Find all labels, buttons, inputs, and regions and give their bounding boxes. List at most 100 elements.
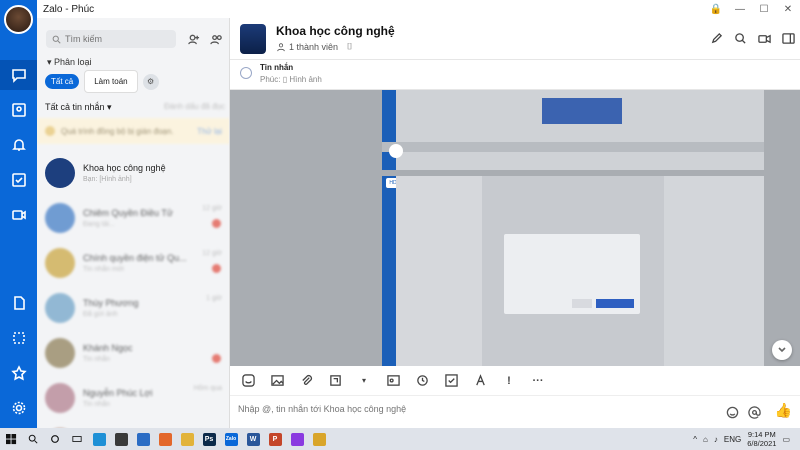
conversation-item[interactable]: Thùy Phương Đã gửi ảnh 1 giờ bbox=[37, 285, 229, 330]
chip-lam-toan[interactable]: Làm toán bbox=[85, 71, 137, 92]
video-call-icon[interactable] bbox=[756, 30, 772, 46]
message-area[interactable]: HD bbox=[230, 90, 800, 366]
volume-icon[interactable]: ♪ bbox=[714, 435, 718, 444]
taskbar-app-photoshop[interactable]: Ps bbox=[198, 428, 220, 450]
screenshot-icon[interactable] bbox=[327, 373, 343, 389]
task-checkbox-icon[interactable] bbox=[443, 373, 459, 389]
task-view-icon[interactable] bbox=[66, 428, 88, 450]
retry-link[interactable]: Thử lại bbox=[197, 127, 222, 136]
system-tray: ^ ⌂ ♪ ENG 9:14 PM 6/8/2021 ▭ bbox=[693, 430, 790, 448]
conversation-item[interactable]: Chiêm Quyền Điều Tử Đang tải... 12 giờ bbox=[37, 195, 229, 240]
category-settings-icon[interactable]: ⚙ bbox=[142, 73, 159, 90]
taskbar-app-edge[interactable] bbox=[88, 428, 110, 450]
tag-icon[interactable]: ⌷ bbox=[347, 41, 352, 52]
unread-badge bbox=[212, 354, 221, 363]
more-options-icon[interactable]: ··· bbox=[530, 373, 546, 389]
settings-gear-icon[interactable] bbox=[0, 393, 37, 423]
create-group-icon[interactable] bbox=[207, 30, 225, 48]
sticker-icon[interactable] bbox=[240, 373, 256, 389]
taskbar-app-powerpoint[interactable]: P bbox=[264, 428, 286, 450]
all-messages-filter[interactable]: Tất cả tin nhắn ▾ bbox=[45, 102, 112, 113]
taskbar-app-mail[interactable] bbox=[132, 428, 154, 450]
input-language[interactable]: ENG bbox=[724, 435, 741, 444]
conversation-item[interactable]: Nguyễn Phúc Lợi Tin nhắn Hôm qua bbox=[37, 375, 229, 420]
urgent-exclamation-icon[interactable]: ! bbox=[501, 373, 517, 389]
cortana-icon[interactable] bbox=[44, 428, 66, 450]
search-box[interactable] bbox=[46, 30, 176, 48]
screenshot-modal bbox=[504, 234, 640, 314]
conversation-time: 1 giờ bbox=[206, 295, 222, 302]
conversation-item[interactable]: Khoa học công nghệ Bạn: [Hình ảnh] bbox=[37, 150, 229, 195]
conversation-preview: Đang tải... bbox=[83, 220, 115, 228]
favorites-star-icon[interactable] bbox=[0, 358, 37, 388]
notifications-bell-icon[interactable] bbox=[0, 130, 37, 160]
pinned-sender: Phúc: bbox=[260, 75, 281, 84]
chip-all[interactable]: Tất cả bbox=[45, 74, 80, 89]
taskbar-app-word[interactable]: W bbox=[242, 428, 264, 450]
search-icon[interactable] bbox=[732, 30, 748, 46]
chevron-down-icon bbox=[778, 347, 786, 353]
chat-panel: Khoa học công nghệ 1 thành viên ⌷ Tin nh… bbox=[230, 18, 800, 428]
taskbar-app-messenger[interactable] bbox=[286, 428, 308, 450]
contacts-tab-icon[interactable] bbox=[0, 95, 37, 125]
pinned-message-bar[interactable]: Tin nhắn Phúc: ▯ Hình ảnh bbox=[230, 60, 800, 90]
notification-center-icon[interactable]: ▭ bbox=[782, 435, 790, 444]
messages-tab-icon[interactable] bbox=[0, 60, 37, 90]
conversation-preview: Đã gửi ảnh bbox=[83, 310, 118, 318]
contact-card-icon[interactable] bbox=[385, 373, 401, 389]
text-format-icon[interactable] bbox=[472, 373, 488, 389]
files-icon bbox=[180, 432, 194, 446]
scroll-down-button[interactable] bbox=[772, 340, 792, 360]
warning-icon bbox=[45, 126, 55, 136]
conversation-name: Khánh Ngọc bbox=[83, 342, 133, 353]
mention-at-icon[interactable] bbox=[746, 404, 762, 420]
taskbar-search-icon[interactable] bbox=[22, 428, 44, 450]
image-message-2[interactable]: HD bbox=[382, 170, 764, 366]
reaction-button[interactable] bbox=[389, 144, 403, 158]
todo-checkbox-icon[interactable] bbox=[0, 165, 37, 195]
screenshot-crop-icon[interactable] bbox=[0, 323, 37, 353]
firefox-icon bbox=[158, 432, 172, 446]
taskbar-app-files[interactable] bbox=[176, 428, 198, 450]
minimize-button[interactable]: — bbox=[728, 0, 752, 18]
taskbar-app-chrome[interactable] bbox=[308, 428, 330, 450]
mark-all-read-link[interactable]: Đánh dấu đã đọc bbox=[164, 102, 225, 111]
conversation-item[interactable]: Ngọc DiễmHôm qua bbox=[37, 420, 229, 428]
message-input[interactable] bbox=[238, 404, 708, 414]
screenshot-sidebar-strip bbox=[382, 90, 396, 170]
sidebar-toggle-icon[interactable] bbox=[780, 30, 796, 46]
edit-icon[interactable] bbox=[708, 30, 724, 46]
add-friend-icon[interactable] bbox=[184, 30, 202, 48]
user-avatar[interactable] bbox=[4, 5, 33, 34]
group-name[interactable]: Khoa học công nghệ bbox=[276, 24, 395, 38]
taskbar-app-store[interactable] bbox=[110, 428, 132, 450]
group-avatar[interactable] bbox=[240, 24, 266, 54]
image-icon[interactable] bbox=[269, 373, 285, 389]
conversation-item[interactable]: Khánh Ngọc Tin nhắn bbox=[37, 330, 229, 375]
start-button[interactable] bbox=[0, 428, 22, 450]
taskbar-app-firefox[interactable] bbox=[154, 428, 176, 450]
maximize-button[interactable]: ☐ bbox=[752, 0, 776, 18]
video-call-icon[interactable] bbox=[0, 200, 37, 230]
chevron-down-icon[interactable]: ▾ bbox=[356, 373, 372, 389]
image-message-1[interactable] bbox=[382, 90, 764, 170]
clock[interactable]: 9:14 PM 6/8/2021 bbox=[747, 430, 776, 448]
cloud-document-icon[interactable] bbox=[0, 288, 37, 318]
close-button[interactable]: ✕ bbox=[776, 0, 800, 18]
unread-badge bbox=[212, 219, 221, 228]
reminder-clock-icon[interactable] bbox=[414, 373, 430, 389]
quick-like-icon[interactable]: 👍 bbox=[775, 402, 792, 419]
chat-header: Khoa học công nghệ 1 thành viên ⌷ bbox=[230, 18, 800, 60]
emoji-icon[interactable] bbox=[724, 404, 740, 420]
tray-chevron-icon[interactable]: ^ bbox=[693, 435, 697, 444]
network-icon[interactable]: ⌂ bbox=[703, 435, 708, 444]
taskbar-app-zalo[interactable]: Zalo bbox=[220, 428, 242, 450]
screenshot-modal-confirm bbox=[596, 299, 634, 308]
attachment-icon[interactable] bbox=[298, 373, 314, 389]
conversation-item[interactable]: Chính quyền điện tử Qu... Tin nhắn mới 12 … bbox=[37, 240, 229, 285]
mail-icon bbox=[136, 432, 150, 446]
search-input[interactable] bbox=[65, 34, 165, 44]
members-info[interactable]: 1 thành viên ⌷ bbox=[276, 41, 352, 52]
lock-icon[interactable]: 🔒 bbox=[704, 0, 728, 18]
conversation-avatar bbox=[45, 382, 75, 413]
